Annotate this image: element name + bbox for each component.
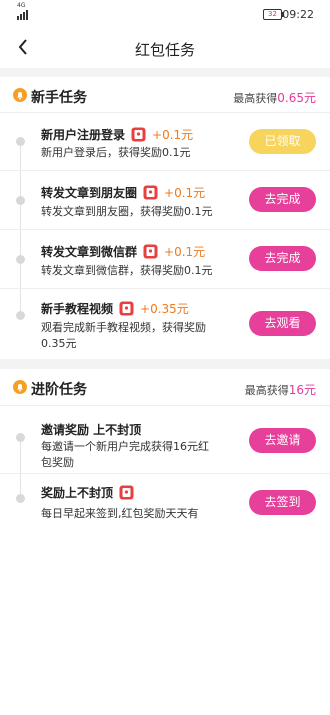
- section-advanced-tasks: 进阶任务 最高获得16元 邀请奖励 上不封顶 每邀请一个新用户完成获得16元红包…: [0, 369, 330, 539]
- invite-button[interactable]: 去邀请: [249, 428, 316, 453]
- section-novice-tasks: 新手任务 最高获得0.65元 新用户注册登录 +0.1元 新用户登录后，获得奖励0…: [0, 77, 330, 359]
- red-packet-icon: [131, 127, 146, 142]
- task-reward: +0.1元: [164, 186, 206, 200]
- task-item: 邀请奖励 上不封顶 每邀请一个新用户完成获得16元红 包奖励 去邀请: [0, 405, 330, 473]
- red-packet-icon: [143, 244, 158, 259]
- task-description: 每日早起来签到,红包奖励天天有: [41, 506, 199, 522]
- timeline-dot: [16, 137, 25, 146]
- max-reward-label: 最高获得: [244, 384, 289, 397]
- timeline-dot: [16, 433, 25, 442]
- status-bar: 4G 32 09:22: [0, 0, 330, 30]
- red-packet-icon: [143, 185, 158, 200]
- task-item: 新手教程视频 +0.35元 观看完成新手教程视频，获得奖励 0.35元 去观看: [0, 288, 330, 359]
- task-description: 观看完成新手教程视频，获得奖励 0.35元: [41, 320, 206, 352]
- claimed-button[interactable]: 已领取: [249, 129, 316, 154]
- max-reward: 最高获得0.65元: [233, 89, 316, 106]
- timeline-dot: [16, 196, 25, 205]
- task-item: 转发文章到微信群 +0.1元 转发文章到微信群，获得奖励0.1元 去完成: [0, 229, 330, 288]
- section-header: 新手任务 最高获得0.65元: [0, 77, 330, 112]
- section-divider: [0, 68, 330, 77]
- timeline-dot: [16, 255, 25, 264]
- task-title: 邀请奖励 上不封顶: [41, 423, 142, 437]
- nav-bar: 红包任务: [0, 30, 330, 68]
- task-description: 转发文章到微信群，获得奖励0.1元: [41, 263, 213, 279]
- section-title: 新手任务: [31, 90, 87, 106]
- task-item: 新用户注册登录 +0.1元 新用户登录后，获得奖励0.1元 已领取: [0, 112, 330, 170]
- desc-line: 每邀请一个新用户完成获得16元红: [41, 440, 209, 453]
- battery-icon: 32: [263, 9, 284, 20]
- complete-button[interactable]: 去完成: [249, 246, 316, 271]
- task-item: 奖励上不封顶 每日早起来签到,红包奖励天天有 去签到: [0, 473, 330, 539]
- task-description: 新用户登录后，获得奖励0.1元: [41, 145, 191, 161]
- section-divider: [0, 359, 330, 369]
- red-packet-icon: [119, 485, 134, 500]
- task-name: 新手教程视频 +0.35元: [41, 300, 189, 317]
- complete-button[interactable]: 去完成: [249, 187, 316, 212]
- status-time: 09:22: [282, 8, 314, 21]
- task-reward: +0.1元: [164, 245, 206, 259]
- timeline-dot: [16, 494, 25, 503]
- max-reward: 最高获得16元: [245, 381, 316, 398]
- task-title: 新手教程视频: [41, 302, 114, 316]
- timeline-dot: [16, 311, 25, 320]
- task-description: 转发文章到朋友圈，获得奖励0.1元: [41, 204, 213, 220]
- max-reward-label: 最高获得: [233, 92, 278, 105]
- task-title: 转发文章到微信群: [41, 245, 138, 259]
- max-reward-amount: 0.65元: [277, 91, 316, 105]
- task-title: 新用户注册登录: [41, 128, 126, 142]
- red-packet-icon: [119, 301, 134, 316]
- sign-in-button[interactable]: 去签到: [249, 490, 316, 515]
- task-name: 转发文章到朋友圈 +0.1元: [41, 184, 205, 201]
- section-header: 进阶任务 最高获得16元: [0, 369, 330, 405]
- task-name: 邀请奖励 上不封顶: [41, 421, 141, 438]
- task-title: 转发文章到朋友圈: [41, 186, 138, 200]
- desc-line: 观看完成新手教程视频，获得奖励: [41, 321, 206, 334]
- desc-line: 包奖励: [41, 456, 74, 469]
- network-type: 4G: [17, 2, 26, 9]
- page-title: 红包任务: [134, 41, 195, 59]
- task-item: 转发文章到朋友圈 +0.1元 转发文章到朋友圈，获得奖励0.1元 去完成: [0, 170, 330, 229]
- desc-line: 转发文章到微信群，获得奖励0.1元: [41, 264, 213, 277]
- bell-icon: [13, 88, 27, 102]
- task-title: 奖励上不封顶: [41, 486, 114, 500]
- task-description: 每邀请一个新用户完成获得16元红 包奖励: [41, 439, 209, 471]
- task-name: 奖励上不封顶: [41, 484, 134, 501]
- timeline-line: [20, 142, 21, 170]
- section-title: 进阶任务: [31, 382, 87, 398]
- task-reward: +0.35元: [140, 302, 189, 316]
- max-reward-amount: 16元: [288, 383, 316, 397]
- desc-line: 每日早起来签到,红包奖励天天有: [41, 507, 199, 520]
- signal-icon: [17, 10, 28, 20]
- timeline-line: [20, 438, 21, 473]
- bell-icon: [13, 380, 27, 394]
- desc-line: 新用户登录后，获得奖励0.1元: [41, 146, 191, 159]
- task-name: 新用户注册登录 +0.1元: [41, 126, 193, 143]
- watch-button[interactable]: 去观看: [249, 311, 316, 336]
- task-reward: +0.1元: [152, 128, 194, 142]
- task-name: 转发文章到微信群 +0.1元: [41, 243, 205, 260]
- desc-line: 0.35元: [41, 337, 77, 350]
- desc-line: 转发文章到朋友圈，获得奖励0.1元: [41, 205, 213, 218]
